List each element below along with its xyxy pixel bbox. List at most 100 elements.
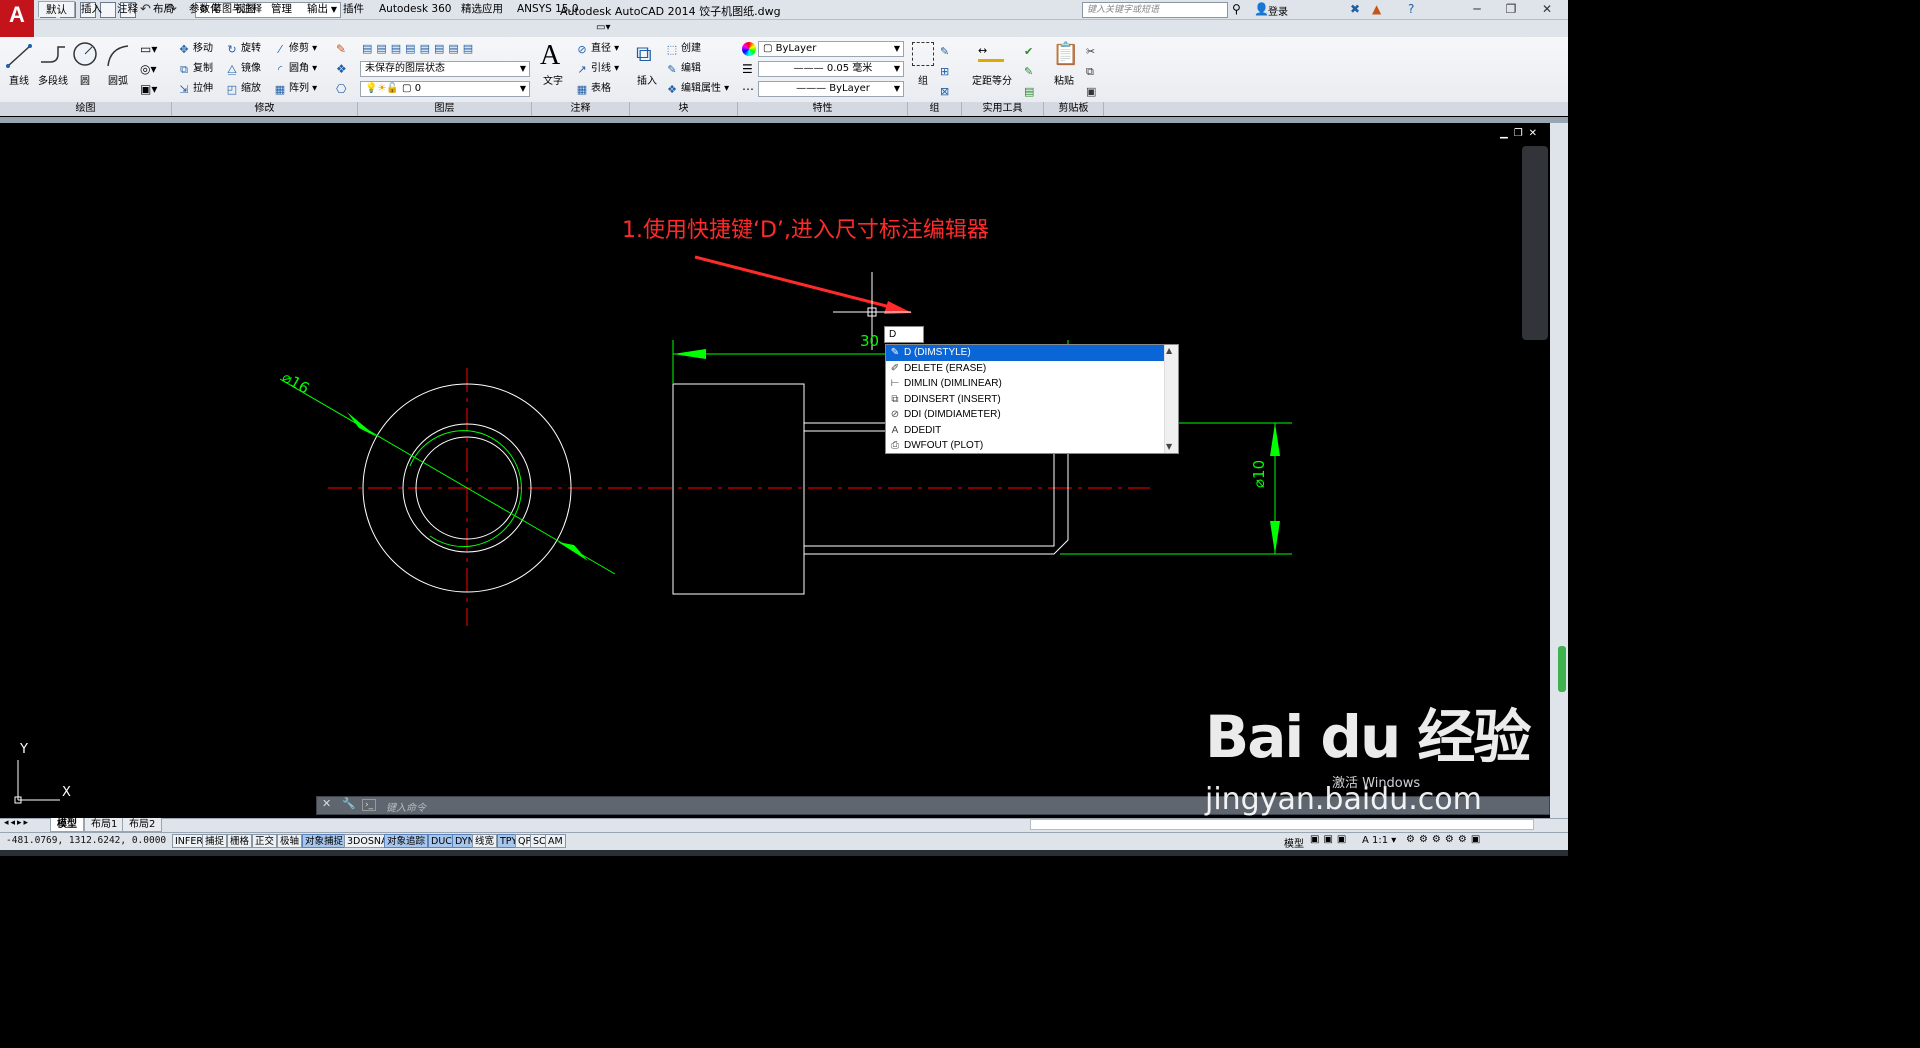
autocomplete-item[interactable]: ⊢ DIMLIN (DIMLINEAR) (886, 376, 1166, 392)
vertical-scrollbar[interactable] (1550, 123, 1568, 818)
status-tray-icons[interactable]: ⚙⚙⚙⚙⚙▣ (1406, 834, 1484, 845)
search-input[interactable]: 键入关键字或短语 (1082, 2, 1228, 18)
tab-view[interactable]: 视图 (228, 1, 263, 17)
help-icon[interactable]: ? (1408, 2, 1414, 16)
scale-button[interactable]: ◰ 缩放 (226, 82, 261, 98)
toggle-am[interactable]: AM (545, 834, 566, 848)
table-button[interactable]: ▦ 表格 (576, 82, 611, 98)
group-button[interactable]: 组 (910, 72, 936, 87)
toggle-otrack[interactable]: 对象追踪 (384, 834, 429, 848)
exchange-icon[interactable]: ✖ (1350, 2, 1360, 16)
tab-manage[interactable]: 管理 (264, 1, 299, 17)
tab-default[interactable]: 默认 (38, 1, 75, 17)
layer-tools-icons[interactable]: ▤▤▤▤▤▤▤▤ (362, 42, 477, 55)
text-icon[interactable]: A (540, 40, 560, 72)
tab-layout2[interactable]: 布局2 (122, 818, 163, 832)
command-line-input[interactable]: 键入命令 (386, 799, 426, 814)
app-menu-button[interactable]: A (0, 0, 34, 38)
leader-button[interactable]: ↗ 引线 ▾ (576, 62, 619, 78)
explode-icon[interactable]: ❖ (336, 62, 347, 76)
binoculars-icon[interactable]: ⚲ (1232, 2, 1241, 16)
tab-layout1[interactable]: 布局1 (84, 818, 125, 832)
panel-utilities-title[interactable]: 实用工具 (962, 102, 1044, 116)
tab-plugins[interactable]: 插件 (336, 1, 371, 17)
paste-button[interactable]: 粘贴 (1050, 72, 1078, 87)
panel-annotation-title[interactable]: 注释 (532, 102, 630, 116)
clipboard-tools-icons[interactable]: ✂ ⧉ ▣ (1086, 42, 1102, 102)
arc-button[interactable]: 圆弧 (102, 72, 134, 87)
color-select[interactable]: ▢ ByLayer ▼ (758, 41, 904, 57)
insert-block-icon[interactable]: ⧉ (636, 42, 652, 67)
login-button[interactable]: 登录 (1268, 3, 1288, 18)
layout-nav-arrows-icon[interactable]: ◂◂▸▸ (4, 818, 30, 828)
layer-select[interactable]: 💡☀🔓 ▢ 0 ▼ (360, 81, 530, 97)
restore-button[interactable]: ❐ (1494, 0, 1528, 20)
brush-icon[interactable]: ✎ (336, 42, 346, 56)
horizontal-scrollbar[interactable] (1030, 819, 1534, 830)
dynamic-command-input[interactable]: D (884, 326, 924, 343)
utility-tools-icons[interactable]: ✔ ✎ ▤ (1024, 42, 1040, 102)
panel-block-title[interactable]: 块 (630, 102, 738, 116)
line-icon[interactable] (4, 42, 34, 70)
toggle-infer[interactable]: INFER (172, 834, 206, 848)
layer-state-select[interactable]: 未保存的图层状态 ▼ (360, 61, 530, 77)
scroll-up-icon[interactable]: ▲ (1166, 346, 1172, 355)
toggle-polar[interactable]: 极轴 (277, 834, 303, 848)
autocomplete-item[interactable]: ⊘ DDI (DIMDIAMETER) (886, 407, 1166, 423)
tab-featured-apps[interactable]: 精选应用 (454, 1, 510, 17)
ribbon-options-icon[interactable]: ▭▾ (596, 22, 610, 33)
stretch-button[interactable]: ⇲ 拉伸 (178, 82, 213, 98)
autocomplete-item[interactable]: ✎ D (DIMSTYLE) (886, 345, 1166, 361)
edit-block-button[interactable]: ✎ 编辑 (666, 62, 701, 78)
panel-properties-title[interactable]: 特性 (738, 102, 908, 116)
rectangle-icon[interactable]: ▭▾ (140, 42, 157, 56)
move-button[interactable]: ✥ 移动 (178, 42, 213, 58)
line-button[interactable]: 直线 (4, 72, 34, 87)
mirror-button[interactable]: ⧋ 镜像 (226, 62, 261, 78)
polyline-icon[interactable] (38, 42, 68, 70)
tab-model[interactable]: 模型 (50, 818, 84, 832)
fillet-button[interactable]: ◜ 圆角 ▾ (274, 62, 317, 78)
toggle-osnap[interactable]: 对象捕捉 (302, 834, 347, 848)
lineweight-select[interactable]: ——— 0.05 毫米 ▼ (758, 61, 904, 77)
tab-ansys[interactable]: ANSYS 15.0 (510, 1, 586, 17)
rotate-button[interactable]: ↻ 旋转 (226, 42, 261, 58)
array-button[interactable]: ▦ 阵列 ▾ (274, 82, 317, 98)
region-icon[interactable]: ▣▾ (140, 82, 157, 96)
panel-clipboard-title[interactable]: 剪贴板 (1044, 102, 1104, 116)
tab-layout[interactable]: 布局 (146, 1, 181, 17)
panel-layers-title[interactable]: 图层 (358, 102, 532, 116)
polyline-button[interactable]: 多段线 (34, 72, 72, 87)
scroll-down-icon[interactable]: ▼ (1166, 442, 1172, 451)
tab-parametric[interactable]: 参数化 (182, 1, 228, 17)
tab-annotate[interactable]: 注释 (110, 1, 145, 17)
linetype-select[interactable]: ——— ByLayer ▼ (758, 81, 904, 97)
offset-icon[interactable]: ⎔ (336, 82, 346, 96)
scrollbar-thumb[interactable] (1558, 646, 1566, 692)
panel-draw-title[interactable]: 绘图 (0, 102, 172, 116)
autocomplete-item[interactable]: A DDEDIT (886, 423, 1166, 439)
panel-modify-title[interactable]: 修改 (172, 102, 358, 116)
navigation-bar[interactable] (1522, 146, 1548, 340)
minimize-button[interactable]: ─ (1460, 0, 1494, 20)
tab-insert[interactable]: 插入 (74, 1, 109, 17)
toggle-snap[interactable]: 捕捉 (202, 834, 228, 848)
text-button[interactable]: 文字 (538, 72, 568, 87)
autocomplete-item[interactable]: ⎙ DWFOUT (PLOT) (886, 438, 1166, 454)
circle-icon[interactable] (72, 40, 98, 70)
insert-button[interactable]: 插入 (632, 72, 662, 87)
circle-button[interactable]: 圆 (72, 72, 98, 87)
tab-output[interactable]: 输出 (300, 1, 335, 17)
annotation-scale[interactable]: A 1:1 ▾ (1362, 835, 1396, 846)
measure-icon[interactable]: ↔ (978, 44, 1004, 62)
autocomplete-scrollbar[interactable] (1164, 345, 1178, 453)
toggle-lineweight[interactable]: 线宽 (472, 834, 498, 848)
close-icon[interactable]: ✕ (322, 797, 331, 810)
autocomplete-item[interactable]: ⧉ DDINSERT (INSERT) (886, 392, 1166, 408)
command-prompt-icon[interactable]: ›_ (362, 799, 377, 811)
hatch-icon[interactable]: ◎▾ (140, 62, 157, 76)
diameter-button[interactable]: ⊘ 直径 ▾ (576, 42, 619, 58)
paste-icon[interactable]: 📋 (1052, 42, 1079, 67)
close-button[interactable]: ✕ (1530, 0, 1564, 20)
arc-icon[interactable] (104, 42, 132, 70)
